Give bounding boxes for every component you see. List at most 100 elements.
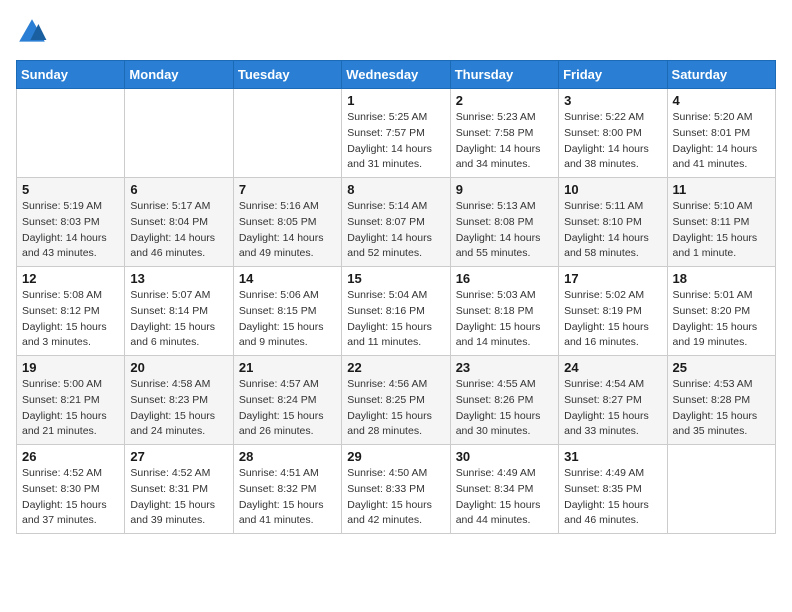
day-info: Sunrise: 5:02 AM Sunset: 8:19 PM Dayligh… (564, 288, 661, 351)
day-number: 17 (564, 271, 661, 286)
calendar-cell: 17 Sunrise: 5:02 AM Sunset: 8:19 PM Dayli… (559, 267, 667, 356)
day-number: 15 (347, 271, 444, 286)
col-header-monday: Monday (125, 61, 233, 89)
calendar-cell (667, 445, 775, 534)
day-info: Sunrise: 4:50 AM Sunset: 8:33 PM Dayligh… (347, 466, 444, 529)
calendar-cell: 16Sunrise: 5:03 AM Sunset: 8:18 PM Dayli… (450, 267, 558, 356)
calendar-cell (17, 89, 125, 178)
col-header-sunday: Sunday (17, 61, 125, 89)
calendar-cell (125, 89, 233, 178)
col-header-thursday: Thursday (450, 61, 558, 89)
day-number: 30 (456, 449, 553, 464)
calendar-cell: 21 Sunrise: 4:57 AM Sunset: 8:24 PM Dayli… (233, 356, 341, 445)
calendar-cell: 19 Sunrise: 5:00 AM Sunset: 8:21 PM Dayli… (17, 356, 125, 445)
day-number: 1 (347, 93, 444, 108)
calendar-header-row: SundayMondayTuesdayWednesdayThursdayFrid… (17, 61, 776, 89)
day-number: 12 (22, 271, 119, 286)
day-info: Sunrise: 5:22 AM Sunset: 8:00 PM Dayligh… (564, 110, 661, 173)
calendar-cell: 9 Sunrise: 5:13 AM Sunset: 8:08 PM Daylig… (450, 178, 558, 267)
calendar-cell: 22 Sunrise: 4:56 AM Sunset: 8:25 PM Dayli… (342, 356, 450, 445)
day-info: Sunrise: 5:07 AM Sunset: 8:14 PM Dayligh… (130, 288, 227, 351)
logo (16, 16, 52, 48)
day-info: Sunrise: 5:11 AM Sunset: 8:10 PM Dayligh… (564, 199, 661, 262)
day-info: Sunrise: 5:04 AM Sunset: 8:16 PM Dayligh… (347, 288, 444, 351)
calendar-cell: 25 Sunrise: 4:53 AM Sunset: 8:28 PM Dayli… (667, 356, 775, 445)
calendar-week-3: 12 Sunrise: 5:08 AM Sunset: 8:12 PM Dayli… (17, 267, 776, 356)
day-info: Sunrise: 5:23 AM Sunset: 7:58 PM Dayligh… (456, 110, 553, 173)
day-info: Sunrise: 5:01 AM Sunset: 8:20 PM Dayligh… (673, 288, 770, 351)
col-header-saturday: Saturday (667, 61, 775, 89)
calendar-week-1: 1 Sunrise: 5:25 AM Sunset: 7:57 PM Daylig… (17, 89, 776, 178)
day-info: Sunrise: 4:55 AM Sunset: 8:26 PM Dayligh… (456, 377, 553, 440)
day-number: 29 (347, 449, 444, 464)
day-number: 20 (130, 360, 227, 375)
col-header-wednesday: Wednesday (342, 61, 450, 89)
calendar-cell: 12 Sunrise: 5:08 AM Sunset: 8:12 PM Dayli… (17, 267, 125, 356)
day-info: Sunrise: 5:10 AM Sunset: 8:11 PM Dayligh… (673, 199, 770, 262)
calendar-cell: 10 Sunrise: 5:11 AM Sunset: 8:10 PM Dayli… (559, 178, 667, 267)
day-info: Sunrise: 5:06 AM Sunset: 8:15 PM Dayligh… (239, 288, 336, 351)
calendar-cell: 14 Sunrise: 5:06 AM Sunset: 8:15 PM Dayli… (233, 267, 341, 356)
calendar-cell: 5 Sunrise: 5:19 AM Sunset: 8:03 PM Daylig… (17, 178, 125, 267)
day-number: 5 (22, 182, 119, 197)
calendar-cell: 20 Sunrise: 4:58 AM Sunset: 8:23 PM Dayli… (125, 356, 233, 445)
day-info: Sunrise: 4:49 AM Sunset: 8:34 PM Dayligh… (456, 466, 553, 529)
day-number: 24 (564, 360, 661, 375)
day-number: 25 (673, 360, 770, 375)
day-number: 14 (239, 271, 336, 286)
day-number: 19 (22, 360, 119, 375)
day-number: 7 (239, 182, 336, 197)
calendar-cell: 30 Sunrise: 4:49 AM Sunset: 8:34 PM Dayli… (450, 445, 558, 534)
calendar-cell (233, 89, 341, 178)
calendar-cell: 28 Sunrise: 4:51 AM Sunset: 8:32 PM Dayli… (233, 445, 341, 534)
day-info: Sunrise: 4:56 AM Sunset: 8:25 PM Dayligh… (347, 377, 444, 440)
day-number: 3 (564, 93, 661, 108)
calendar-cell: 27Sunrise: 4:52 AM Sunset: 8:31 PM Dayli… (125, 445, 233, 534)
day-info: Sunrise: 5:16 AM Sunset: 8:05 PM Dayligh… (239, 199, 336, 262)
day-number: 23 (456, 360, 553, 375)
day-number: 31 (564, 449, 661, 464)
col-header-tuesday: Tuesday (233, 61, 341, 89)
day-info: Sunrise: 5:14 AM Sunset: 8:07 PM Dayligh… (347, 199, 444, 262)
calendar-table: SundayMondayTuesdayWednesdayThursdayFrid… (16, 60, 776, 534)
calendar-cell: 8 Sunrise: 5:14 AM Sunset: 8:07 PM Daylig… (342, 178, 450, 267)
day-info: Sunrise: 5:13 AM Sunset: 8:08 PM Dayligh… (456, 199, 553, 262)
day-number: 21 (239, 360, 336, 375)
day-number: 22 (347, 360, 444, 375)
day-number: 2 (456, 93, 553, 108)
day-number: 9 (456, 182, 553, 197)
day-info: Sunrise: 4:57 AM Sunset: 8:24 PM Dayligh… (239, 377, 336, 440)
day-info: Sunrise: 5:08 AM Sunset: 8:12 PM Dayligh… (22, 288, 119, 351)
day-info: Sunrise: 5:20 AM Sunset: 8:01 PM Dayligh… (673, 110, 770, 173)
day-info: Sunrise: 5:19 AM Sunset: 8:03 PM Dayligh… (22, 199, 119, 262)
calendar-cell: 31 Sunrise: 4:49 AM Sunset: 8:35 PM Dayli… (559, 445, 667, 534)
day-number: 4 (673, 93, 770, 108)
calendar-cell: 13Sunrise: 5:07 AM Sunset: 8:14 PM Dayli… (125, 267, 233, 356)
calendar-cell: 26 Sunrise: 4:52 AM Sunset: 8:30 PM Dayli… (17, 445, 125, 534)
day-number: 10 (564, 182, 661, 197)
calendar-cell: 29 Sunrise: 4:50 AM Sunset: 8:33 PM Dayli… (342, 445, 450, 534)
day-info: Sunrise: 5:25 AM Sunset: 7:57 PM Dayligh… (347, 110, 444, 173)
calendar-week-5: 26 Sunrise: 4:52 AM Sunset: 8:30 PM Dayli… (17, 445, 776, 534)
day-number: 28 (239, 449, 336, 464)
day-info: Sunrise: 5:17 AM Sunset: 8:04 PM Dayligh… (130, 199, 227, 262)
col-header-friday: Friday (559, 61, 667, 89)
calendar-cell: 3 Sunrise: 5:22 AM Sunset: 8:00 PM Daylig… (559, 89, 667, 178)
day-number: 6 (130, 182, 227, 197)
calendar-cell: 7 Sunrise: 5:16 AM Sunset: 8:05 PM Daylig… (233, 178, 341, 267)
page-header (16, 16, 776, 48)
day-info: Sunrise: 4:52 AM Sunset: 8:30 PM Dayligh… (22, 466, 119, 529)
day-info: Sunrise: 4:53 AM Sunset: 8:28 PM Dayligh… (673, 377, 770, 440)
calendar-cell: 11Sunrise: 5:10 AM Sunset: 8:11 PM Dayli… (667, 178, 775, 267)
day-info: Sunrise: 4:49 AM Sunset: 8:35 PM Dayligh… (564, 466, 661, 529)
day-info: Sunrise: 4:51 AM Sunset: 8:32 PM Dayligh… (239, 466, 336, 529)
calendar-cell: 24 Sunrise: 4:54 AM Sunset: 8:27 PM Dayli… (559, 356, 667, 445)
day-number: 8 (347, 182, 444, 197)
calendar-cell: 6 Sunrise: 5:17 AM Sunset: 8:04 PM Daylig… (125, 178, 233, 267)
day-info: Sunrise: 5:00 AM Sunset: 8:21 PM Dayligh… (22, 377, 119, 440)
calendar-week-2: 5 Sunrise: 5:19 AM Sunset: 8:03 PM Daylig… (17, 178, 776, 267)
day-number: 26 (22, 449, 119, 464)
day-info: Sunrise: 4:58 AM Sunset: 8:23 PM Dayligh… (130, 377, 227, 440)
day-info: Sunrise: 4:54 AM Sunset: 8:27 PM Dayligh… (564, 377, 661, 440)
calendar-cell: 23 Sunrise: 4:55 AM Sunset: 8:26 PM Dayli… (450, 356, 558, 445)
